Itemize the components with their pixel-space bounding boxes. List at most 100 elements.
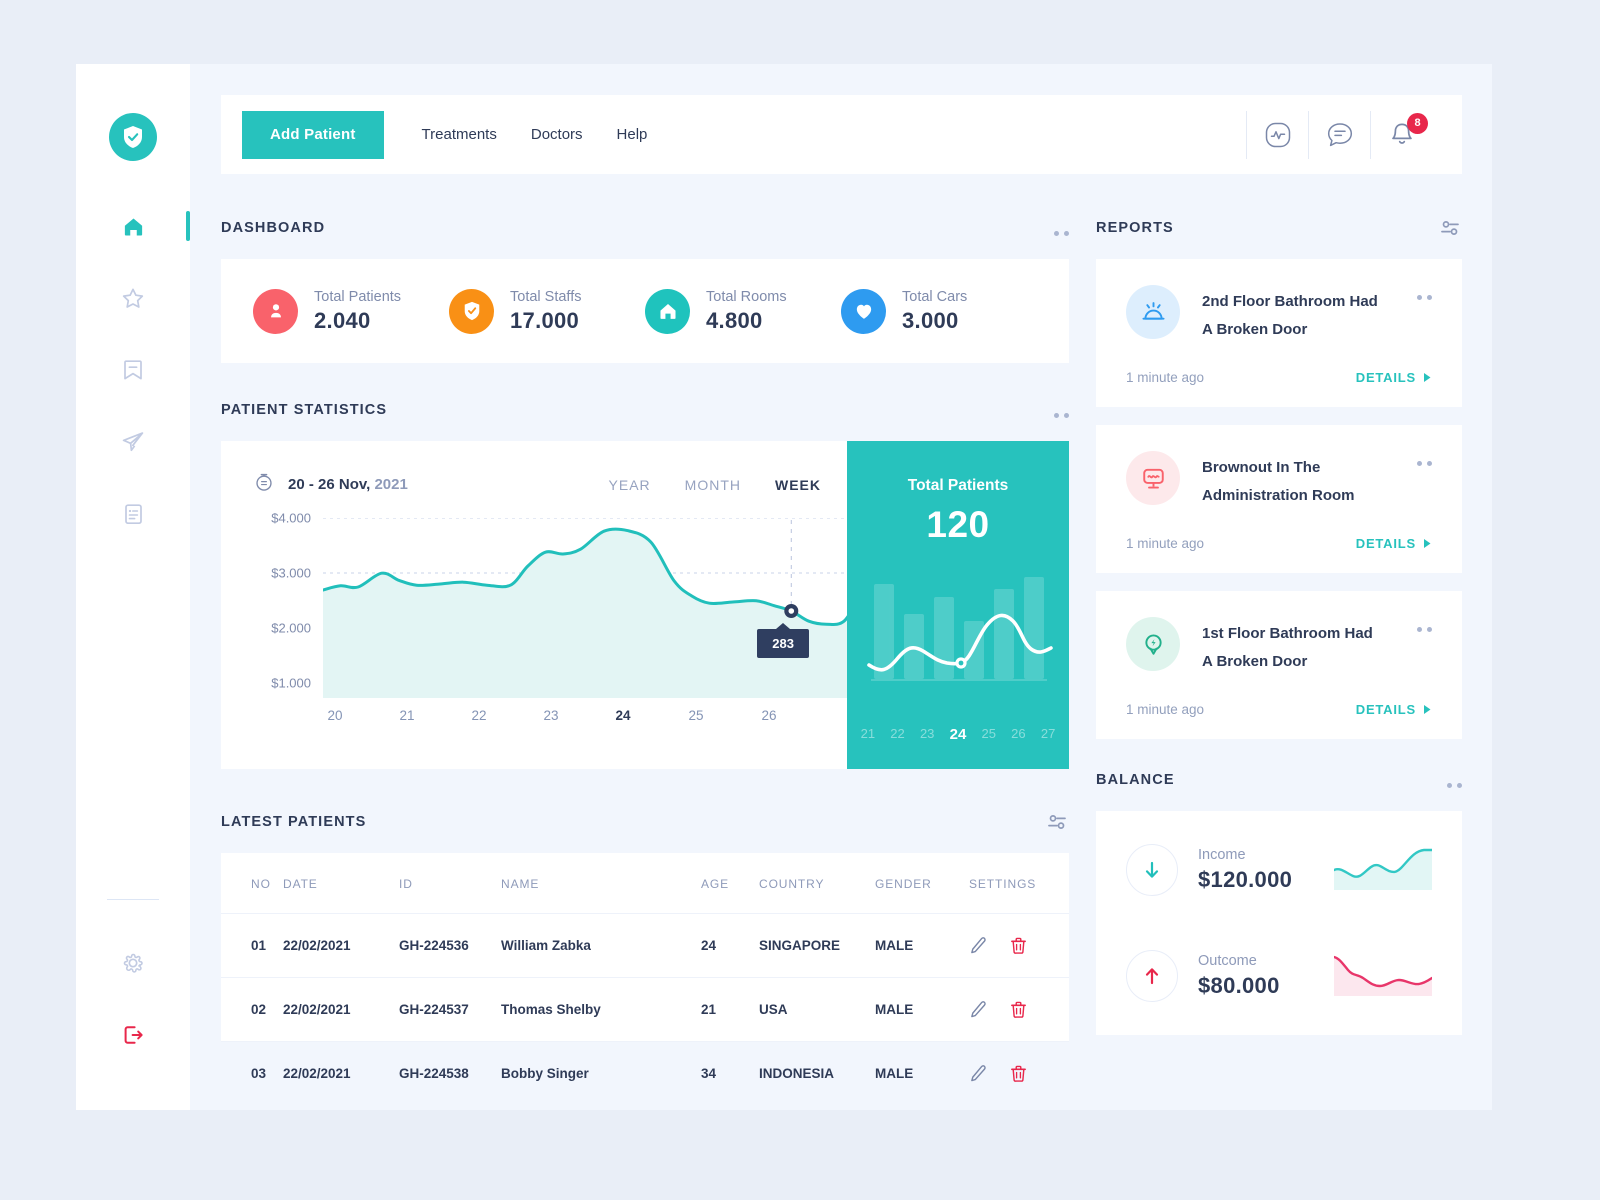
cell-no: 02 — [221, 977, 283, 1042]
range-year[interactable]: YEAR — [609, 477, 651, 493]
report-item[interactable]: 1st Floor Bathroom Had A Broken Door 1 m… — [1096, 591, 1462, 739]
nav-link-doctors[interactable]: Doctors — [531, 126, 583, 143]
report-more-button[interactable] — [1417, 285, 1432, 300]
reports-header: REPORTS — [1096, 205, 1462, 251]
nav-link-treatments[interactable]: Treatments — [422, 126, 497, 143]
heart-icon — [841, 288, 886, 334]
total-patients-panel: Total Patients 120 21 22 23 24 25 26 27 — [847, 441, 1069, 769]
cell-date: 22/02/2021 — [283, 977, 399, 1042]
sidebar-nav — [76, 205, 190, 535]
date-range-label: 20 - 26 Nov, 2021 — [288, 476, 408, 493]
cell-id: GH-224538 — [399, 1041, 501, 1105]
y-tick: $2.000 — [271, 620, 311, 636]
balance-label: Income — [1198, 847, 1246, 863]
report-title-line2: A Broken Door — [1202, 321, 1308, 338]
user-icon — [253, 288, 298, 334]
cell-name: Thomas Shelby — [501, 977, 701, 1042]
arrow-up-icon — [1126, 950, 1178, 1002]
reports-filter-button[interactable] — [1438, 216, 1462, 240]
report-item[interactable]: Brownout In The Administration Room 1 mi… — [1096, 425, 1462, 573]
nav-link-help[interactable]: Help — [617, 126, 648, 143]
cell-no: 01 — [221, 913, 283, 978]
cell-name: Bobby Singer — [501, 1041, 701, 1105]
shield-check-icon — [124, 126, 142, 148]
y-axis: $4.000 $3.000 $2.000 $1.000 — [253, 511, 317, 698]
latest-patients-filter-button[interactable] — [1045, 810, 1069, 834]
col-name: NAME — [501, 853, 701, 914]
monitor-pulse-icon — [1126, 451, 1180, 505]
report-timestamp: 1 minute ago — [1126, 536, 1205, 551]
range-month[interactable]: MONTH — [685, 477, 741, 493]
sidebar-item-documents[interactable] — [76, 493, 190, 535]
patient-statistics-card: 20 - 26 Nov, 2021 YEAR MONTH WEEK $4.000… — [221, 441, 1069, 769]
sidebar-item-favorites[interactable] — [76, 277, 190, 319]
sidebar-item-settings[interactable] — [76, 942, 190, 984]
app-logo[interactable] — [109, 113, 157, 161]
dashboard-header: DASHBOARD — [221, 205, 1069, 251]
messages-button[interactable] — [1308, 110, 1370, 159]
table-header: NO DATE ID NAME AGE COUNTRY GENDER SETTI… — [221, 853, 1069, 914]
report-details-label: DETAILS — [1355, 702, 1416, 717]
app-window: Add Patient Treatments Doctors Help 8 DA… — [76, 64, 1492, 1110]
table-row[interactable]: 01 22/02/2021 GH-224536 William Zabka 24… — [221, 913, 1069, 978]
chevron-right-icon — [1424, 705, 1431, 714]
cell-age: 34 — [701, 1041, 759, 1105]
table-row[interactable]: 03 22/02/2021 GH-224538 Bobby Singer 34 … — [221, 1041, 1069, 1105]
stats-card: Total Patients 2.040 Total Staffs 17.000… — [221, 259, 1069, 363]
calendar-icon — [253, 471, 275, 498]
patient-statistics-more-button[interactable] — [1054, 403, 1069, 418]
stat-label: Total Cars — [902, 288, 968, 305]
mini-x-tick: 25 — [981, 726, 996, 741]
area-chart: $4.000 $3.000 $2.000 $1.000 283 20 21 22 — [253, 511, 1043, 738]
edit-pencil-icon[interactable] — [969, 1064, 988, 1083]
report-more-button[interactable] — [1417, 617, 1432, 632]
report-details-link[interactable]: DETAILS — [1356, 370, 1432, 385]
table-row[interactable]: 02 22/02/2021 GH-224537 Thomas Shelby 21… — [221, 977, 1069, 1042]
balance-row-outcome: Outcome $80.000 — [1096, 923, 1462, 1029]
trash-icon[interactable] — [1009, 936, 1028, 955]
balance-more-button[interactable] — [1447, 773, 1462, 788]
more-dots-icon — [1447, 773, 1462, 788]
sidebar-item-bookmarks[interactable] — [76, 349, 190, 391]
sidebar-item-messages[interactable] — [76, 421, 190, 463]
date-range-text: 20 - 26 Nov, — [288, 476, 371, 493]
trash-icon[interactable] — [1009, 1064, 1028, 1083]
report-details-link[interactable]: DETAILS — [1356, 536, 1432, 551]
report-more-button[interactable] — [1417, 451, 1432, 466]
latest-patients-table-card: NO DATE ID NAME AGE COUNTRY GENDER SETTI… — [221, 853, 1069, 1105]
report-title-line1: 2nd Floor Bathroom Had — [1202, 293, 1378, 310]
dashboard-more-button[interactable] — [1054, 221, 1069, 236]
sidebar-item-home[interactable] — [76, 205, 190, 247]
cell-id: GH-224536 — [399, 913, 501, 978]
edit-pencil-icon[interactable] — [969, 1000, 988, 1019]
report-title: Brownout In The Administration Room — [1202, 451, 1417, 510]
x-tick: 21 — [399, 708, 415, 723]
report-item[interactable]: 2nd Floor Bathroom Had A Broken Door 1 m… — [1096, 259, 1462, 407]
balance-title: BALANCE — [1096, 772, 1175, 788]
y-tick: $1.000 — [271, 675, 311, 691]
report-details-link[interactable]: DETAILS — [1356, 702, 1432, 717]
alarm-icon — [1126, 285, 1180, 339]
col-country: COUNTRY — [759, 853, 875, 914]
content-columns: DASHBOARD Total Patients 2.040 Total Sta… — [221, 205, 1462, 1110]
notifications-button[interactable]: 8 — [1370, 110, 1444, 159]
left-column: DASHBOARD Total Patients 2.040 Total Sta… — [221, 205, 1069, 1110]
edit-pencil-icon[interactable] — [969, 936, 988, 955]
latest-patients-title: LATEST PATIENTS — [221, 814, 367, 830]
col-gender: GENDER — [875, 853, 969, 914]
mini-x-tick-active: 24 — [949, 726, 967, 743]
chart-tooltip: 283 — [757, 623, 809, 658]
col-settings: SETTINGS — [969, 853, 1069, 914]
trash-icon[interactable] — [1009, 1000, 1028, 1019]
mini-chart-svg — [867, 577, 1053, 681]
report-timestamp: 1 minute ago — [1126, 370, 1205, 385]
add-patient-button[interactable]: Add Patient — [242, 110, 384, 159]
income-sparkline — [1332, 846, 1434, 895]
mini-x-tick: 26 — [1011, 726, 1026, 741]
mini-chart-x-axis: 21 22 23 24 25 26 27 — [847, 726, 1069, 743]
activity-button[interactable] — [1246, 110, 1308, 159]
sidebar-item-logout[interactable] — [76, 1014, 190, 1056]
shield-check-icon — [449, 288, 494, 334]
range-week[interactable]: WEEK — [775, 477, 821, 493]
patient-statistics-title: PATIENT STATISTICS — [221, 402, 388, 418]
